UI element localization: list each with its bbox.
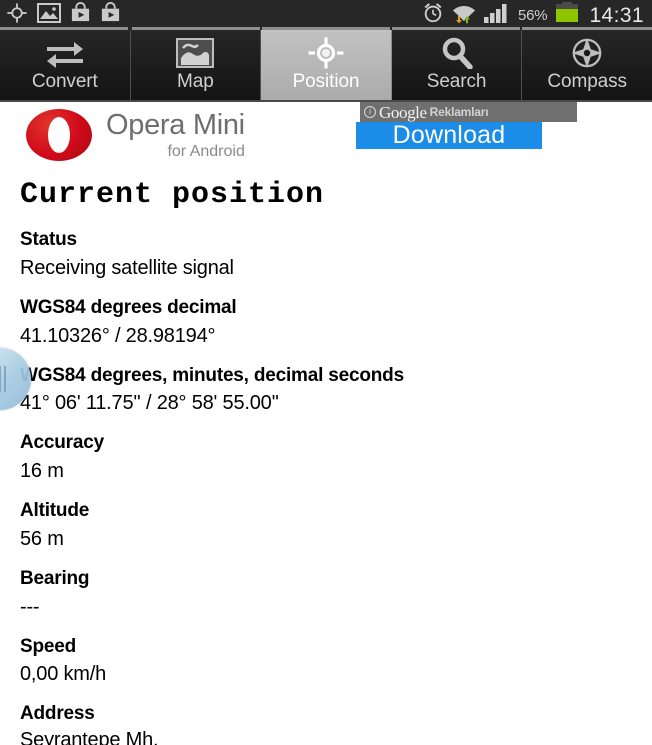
field-value: 41.10326° / 28.98194° (20, 324, 216, 347)
opera-o-logo (26, 109, 92, 161)
field-label: Bearing (20, 567, 90, 589)
gallery-image-icon (37, 2, 61, 28)
tab-map[interactable]: Map (130, 30, 262, 100)
magnifier-icon (440, 36, 474, 70)
field-label: Status (20, 229, 77, 250)
google-ads-label[interactable]: i Google Reklamları (360, 102, 577, 122)
field-wgs84-decimal: WGS84 degrees decimal 41.10326° / 28.981… (20, 296, 652, 349)
signal-bars-icon (484, 3, 510, 28)
swap-arrows-icon (44, 36, 86, 70)
field-value: --- (20, 595, 40, 618)
field-value: 41° 06' 11.75'' / 28° 58' 55.00'' (20, 392, 279, 415)
phone-screen: 56% 14:31 Convert Map Position Search Co… (0, 0, 652, 745)
download-button-label: Download (392, 121, 506, 149)
tab-convert[interactable]: Convert (0, 30, 131, 100)
tab-search[interactable]: Search (391, 30, 523, 100)
compass-rose-icon (570, 36, 604, 70)
field-value: Seyrantepe Mh. Cendere Cd 106-108 34408 … (20, 729, 159, 745)
field-label: WGS84 degrees decimal (20, 296, 237, 318)
position-content: Current position Status Receiving satell… (0, 180, 652, 745)
status-bar: 56% 14:31 (0, 0, 652, 30)
battery-icon (555, 2, 579, 28)
field-label: Address (20, 703, 95, 725)
advertisement-banner[interactable]: Opera Mini for Android i Google Reklamla… (0, 102, 652, 170)
battery-percent-label: 56% (518, 6, 548, 24)
tab-compass[interactable]: Compass (522, 30, 652, 100)
play-store-download-icon (100, 2, 121, 28)
tab-position[interactable]: Position (261, 30, 392, 100)
main-tab-bar: Convert Map Position Search Compass (0, 30, 652, 102)
status-bar-system-icons: 56% 14:31 (422, 2, 644, 29)
tab-position-label: Position (292, 71, 360, 92)
field-status: Status Receiving satellite signal (20, 228, 652, 281)
tab-convert-label: Convert (31, 71, 98, 92)
world-map-icon (176, 36, 215, 70)
field-address: Address Seyrantepe Mh. Cendere Cd 106-10… (20, 702, 652, 745)
field-label: Altitude (20, 500, 90, 521)
alarm-clock-icon (422, 2, 444, 29)
ad-text-block: Opera Mini for Android (106, 108, 245, 160)
field-value: 0,00 km/h (20, 663, 107, 686)
field-bearing: Bearing --- (20, 567, 652, 620)
field-altitude: Altitude 56 m (20, 499, 652, 552)
field-value: 56 m (20, 527, 64, 550)
field-wgs84-dms: WGS84 degrees, minutes, decimal seconds … (20, 364, 652, 417)
page-title: Current position (20, 178, 325, 212)
gps-location-icon (6, 2, 28, 29)
field-accuracy: Accuracy 16 m (20, 431, 652, 484)
info-icon[interactable]: i (364, 106, 376, 118)
wifi-data-transfer-icon (452, 2, 476, 29)
field-speed: Speed 0,00 km/h (20, 635, 652, 688)
field-label: WGS84 degrees, minutes, decimal seconds (20, 364, 404, 386)
field-value: 16 m (20, 460, 64, 482)
status-bar-clock: 14:31 (589, 3, 644, 27)
google-brand-label: Google (379, 102, 427, 122)
crosshair-target-icon (307, 36, 345, 70)
download-button[interactable]: Download (356, 122, 542, 149)
play-store-download-icon (70, 2, 91, 28)
ad-title: Opera Mini (106, 108, 245, 141)
status-bar-notification-icons (6, 2, 121, 29)
tab-compass-label: Compass (547, 71, 627, 92)
ad-subtitle: for Android (167, 142, 245, 160)
ads-word-label: Reklamları (429, 105, 489, 119)
field-value: Receiving satellite signal (20, 256, 234, 279)
tab-search-label: Search (426, 71, 487, 92)
field-label: Accuracy (20, 432, 104, 454)
field-label: Speed (20, 635, 77, 657)
tab-map-label: Map (177, 71, 214, 92)
